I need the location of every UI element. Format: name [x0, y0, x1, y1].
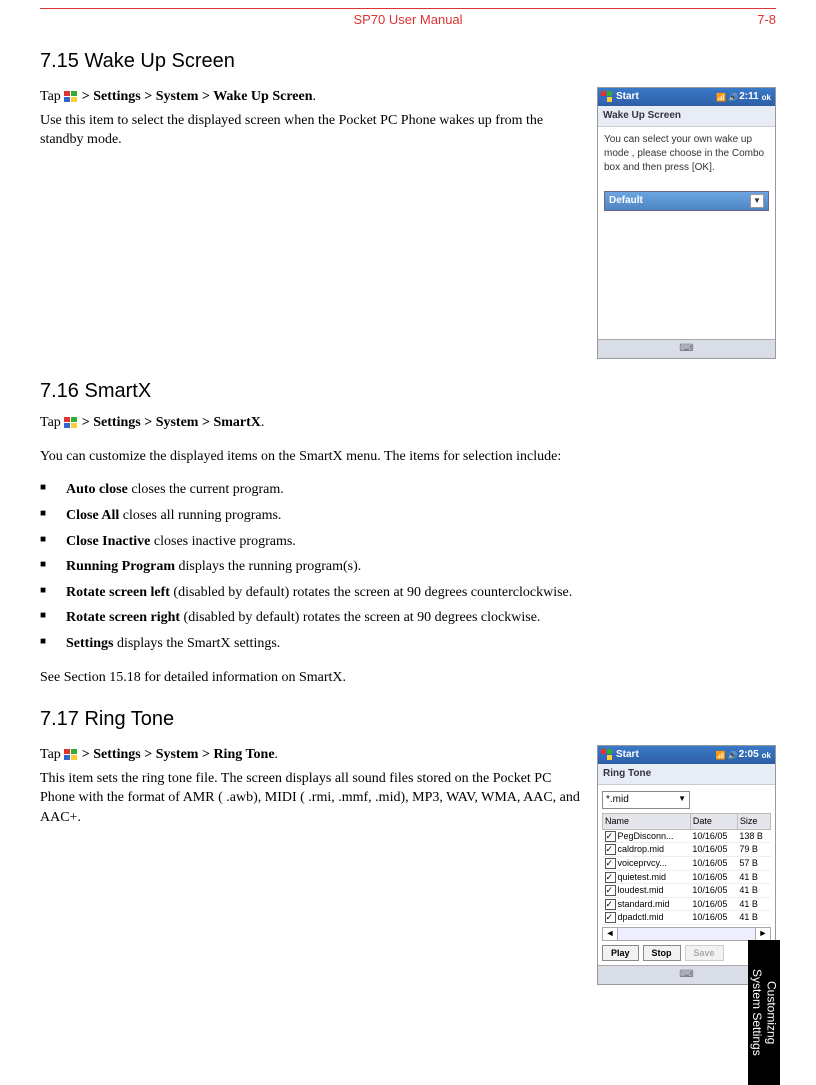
scroll-right-icon[interactable]: ►: [755, 928, 770, 940]
page-number: 7-8: [726, 11, 776, 29]
table-row[interactable]: caldrop.mid10/16/0579 B: [603, 843, 771, 857]
col-size[interactable]: Size: [737, 814, 770, 830]
table-row[interactable]: quietest.mid10/16/0541 B: [603, 870, 771, 884]
start-flag-icon: [601, 91, 613, 103]
dev-body-text: You can select your own wake up mode , p…: [604, 133, 769, 175]
list-item: Close Inactive closes inactive programs.: [40, 532, 640, 552]
checkbox-icon[interactable]: [605, 912, 616, 923]
tap-path-7-15: Tap > Settings > System > Wake Up Screen…: [40, 87, 585, 107]
h-scrollbar[interactable]: ◄ ►: [602, 927, 771, 941]
list-item: Close All closes all running programs.: [40, 506, 640, 526]
scroll-left-icon[interactable]: ◄: [603, 928, 618, 940]
signal-icon: 📶: [716, 750, 726, 761]
ok-button[interactable]: ok: [762, 92, 771, 103]
desc-7-15: Use this item to select the displayed sc…: [40, 111, 585, 150]
titlebar-start: Start: [616, 90, 639, 104]
list-item: Rotate screen left (disabled by default)…: [40, 583, 640, 603]
dev-subtitle: Wake Up Screen: [598, 106, 775, 127]
play-button[interactable]: Play: [602, 945, 639, 962]
table-row[interactable]: dpadctl.mid10/16/0541 B: [603, 911, 771, 925]
checkbox-icon[interactable]: [605, 858, 616, 869]
checkbox-icon[interactable]: [605, 844, 616, 855]
col-name[interactable]: Name: [603, 814, 691, 830]
table-row[interactable]: standard.mid10/16/0541 B: [603, 897, 771, 911]
checkbox-icon[interactable]: [605, 872, 616, 883]
checkbox-icon[interactable]: [605, 885, 616, 896]
list-item: Rotate screen right (disabled by default…: [40, 608, 640, 628]
table-row[interactable]: loudest.mid10/16/0541 B: [603, 884, 771, 898]
dropdown-arrow-icon: ▼: [678, 793, 686, 807]
checkbox-icon[interactable]: [605, 899, 616, 910]
list-item: Running Program displays the running pro…: [40, 557, 640, 577]
section-heading-7-17: 7.17 Ring Tone: [40, 705, 776, 733]
dev-subtitle: Ring Tone: [598, 764, 775, 785]
col-date[interactable]: Date: [690, 814, 737, 830]
titlebar-time: 2:05: [739, 748, 759, 762]
stop-button[interactable]: Stop: [643, 945, 681, 962]
dev-sip-bar: ⌨: [598, 339, 775, 358]
checkbox-icon[interactable]: [605, 831, 616, 842]
filter-select[interactable]: *.mid ▼: [602, 791, 690, 809]
section-heading-7-15: 7.15 Wake Up Screen: [40, 47, 776, 75]
start-flag-icon: [64, 417, 78, 429]
dropdown-arrow-icon: ▼: [750, 194, 764, 208]
start-flag-icon: [64, 749, 78, 761]
save-button: Save: [685, 945, 724, 962]
desc-7-17: This item sets the ring tone file. The s…: [40, 769, 585, 828]
titlebar-start: Start: [616, 748, 639, 762]
ringtone-table: Name Date Size PegDisconn...10/16/05138 …: [602, 813, 771, 925]
tap-path-7-17: Tap > Settings > System > Ring Tone.: [40, 745, 585, 765]
signal-icon: 📶: [716, 92, 726, 103]
dev-combo[interactable]: Default ▼: [604, 191, 769, 211]
manual-header: SP70 User Manual 7-8: [40, 9, 776, 29]
section-heading-7-16: 7.16 SmartX: [40, 377, 776, 405]
titlebar-time: 2:11: [739, 90, 758, 104]
list-item: Settings displays the SmartX settings.: [40, 634, 640, 654]
side-tab: CustomizngSystem Settings: [748, 940, 780, 1085]
sound-icon: 🔊: [728, 750, 738, 761]
post-7-16: See Section 15.18 for detailed informati…: [40, 668, 776, 688]
device-mock-wake-up: Start 📶 🔊 2:11 ok Wake Up Screen You can…: [597, 87, 776, 359]
ok-button[interactable]: ok: [762, 750, 771, 761]
table-row[interactable]: voiceprvcy...10/16/0557 B: [603, 856, 771, 870]
intro-7-16: You can customize the displayed items on…: [40, 447, 640, 467]
doc-title: SP70 User Manual: [90, 11, 726, 29]
list-item: Auto close closes the current program.: [40, 480, 640, 500]
tap-path-7-16: Tap > Settings > System > SmartX.: [40, 413, 776, 433]
start-flag-icon: [64, 91, 78, 103]
smartx-list: Auto close closes the current program. C…: [40, 480, 640, 653]
start-flag-icon: [601, 749, 613, 761]
table-row[interactable]: PegDisconn...10/16/05138 B: [603, 829, 771, 843]
sound-icon: 🔊: [728, 92, 738, 103]
